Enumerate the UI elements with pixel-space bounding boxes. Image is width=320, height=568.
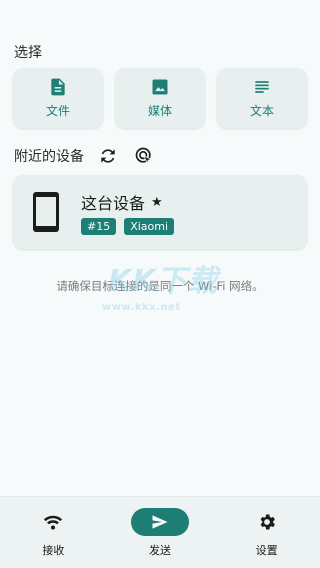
device-card[interactable]: 这台设备 ★ #15 Xiaomi	[13, 175, 307, 249]
tile-media[interactable]: 媒体	[115, 68, 205, 128]
select-tiles: 文件 媒体 文本	[13, 68, 307, 128]
file-icon	[51, 78, 65, 96]
tile-text-label: 文本	[249, 104, 274, 118]
nearby-header: 附近的设备	[14, 144, 306, 168]
watermark-text: KK下载	[108, 264, 219, 299]
image-icon	[152, 79, 168, 95]
select-section-title: 选择	[14, 45, 42, 61]
watermark: KK下载 www.kkx.net	[102, 256, 219, 313]
nav-receive[interactable]: 接收	[8, 508, 98, 558]
device-badges: #15 Xiaomi	[81, 218, 175, 235]
nav-send[interactable]: 发送	[115, 507, 205, 558]
nav-settings-label: 设置	[255, 543, 278, 557]
bottom-nav: 接收 发送 设置	[0, 496, 320, 568]
tile-file[interactable]: 文件	[13, 68, 103, 128]
watermark-url: www.kkx.net	[102, 302, 181, 313]
nearby-section-title: 附近的设备	[14, 149, 84, 165]
wifi-icon	[44, 515, 63, 530]
device-name: 这台设备	[81, 194, 146, 213]
device-model-badge: Xiaomi	[124, 218, 175, 235]
smartphone-icon	[33, 192, 59, 232]
refresh-button[interactable]	[96, 144, 120, 168]
tile-text[interactable]: 文本	[217, 68, 307, 128]
scan-button[interactable]	[132, 144, 156, 168]
nav-settings[interactable]: 设置	[222, 508, 312, 558]
tile-file-label: 文件	[45, 104, 70, 118]
text-icon	[255, 81, 269, 93]
device-id-badge: #15	[81, 218, 117, 235]
nav-send-label: 发送	[148, 543, 171, 557]
active-indicator	[130, 507, 189, 536]
star-icon: ★	[151, 194, 163, 210]
tile-media-label: 媒体	[147, 104, 172, 118]
scan-target-icon	[135, 147, 153, 165]
send-icon	[152, 514, 168, 529]
refresh-icon	[101, 149, 115, 163]
nav-receive-label: 接收	[42, 543, 65, 557]
gear-icon	[260, 514, 275, 529]
device-name-row: 这台设备 ★	[81, 190, 163, 214]
